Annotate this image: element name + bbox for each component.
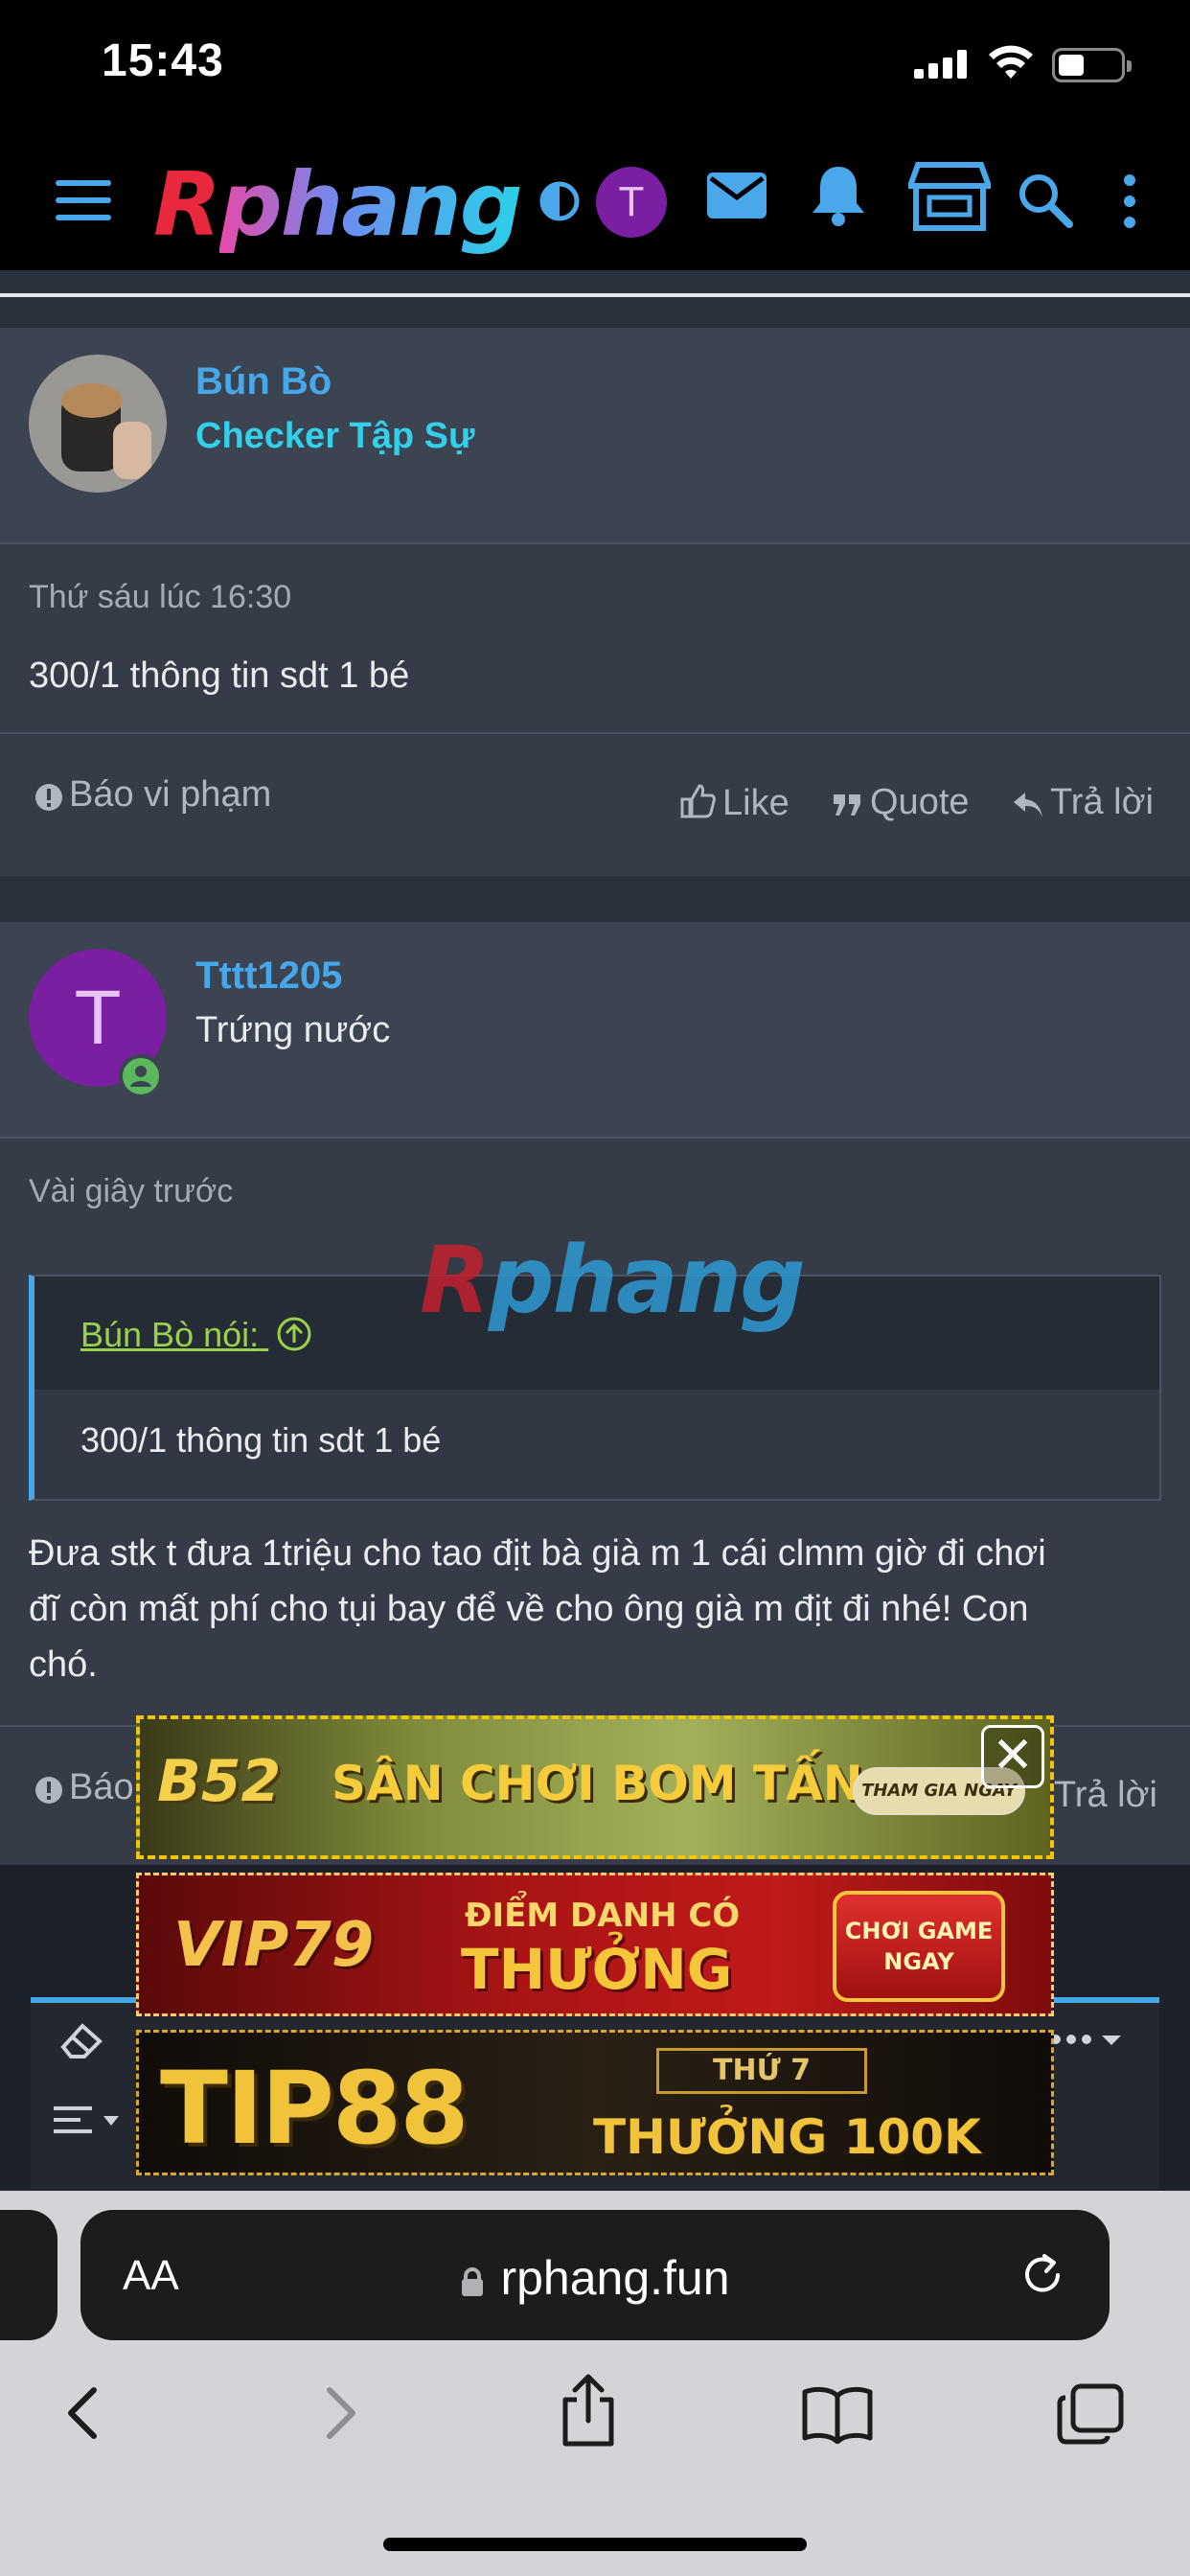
quote-label: Quote xyxy=(870,782,970,822)
ad-headline-line2: THƯỞNG xyxy=(461,1937,733,2002)
user-avatar[interactable]: T xyxy=(596,167,667,238)
battery-icon xyxy=(1052,48,1132,82)
ad-brand: VIP79 xyxy=(173,1910,375,1981)
forward-icon[interactable] xyxy=(322,2382,360,2444)
like-label: Like xyxy=(722,783,790,823)
mail-icon[interactable] xyxy=(707,171,767,220)
post-body: Đưa stk t đưa 1triệu cho tao địt bà già … xyxy=(29,1526,1046,1692)
reply-label: Trả lời xyxy=(1054,1775,1157,1815)
eraser-icon[interactable] xyxy=(59,2022,103,2060)
like-button[interactable]: Like xyxy=(678,782,790,824)
avatar[interactable] xyxy=(29,355,167,493)
user-title: Checker Tập Sự xyxy=(195,416,475,456)
post-bun-bo: Bún Bò Checker Tập Sự Thứ sáu lúc 16:30 … xyxy=(0,328,1190,876)
notification-bell-icon[interactable] xyxy=(809,163,868,226)
share-icon[interactable] xyxy=(558,2373,619,2448)
ad-headline: SÂN CHƠI BOM TẤN xyxy=(332,1756,863,1811)
store-icon[interactable] xyxy=(908,161,991,232)
report-button[interactable]: Báo xyxy=(34,1767,134,1808)
post-body-line: chó. xyxy=(29,1644,98,1685)
browser-bottom-bar: AA rphang.fun xyxy=(0,2191,1190,2576)
logo-letter: R xyxy=(153,153,221,256)
avatar-letter: T xyxy=(74,975,122,1060)
align-dropdown-icon[interactable] xyxy=(54,2103,126,2141)
post-body: 300/1 thông tin sdt 1 bé xyxy=(29,656,410,696)
site-header: Rphang T xyxy=(0,134,1190,270)
bookmarks-icon[interactable] xyxy=(801,2382,874,2444)
watermark-letter: R xyxy=(420,1227,491,1334)
quote-text: 300/1 thông tin sdt 1 bé xyxy=(80,1420,442,1460)
status-bar: 15:43 xyxy=(0,0,1190,134)
ad-cta-line2: NGAY xyxy=(883,1948,954,1975)
ad-headline: THƯỞNG 100K xyxy=(593,2109,981,2165)
ad-brand: TIP88 xyxy=(160,2050,469,2167)
reply-button[interactable]: Trả lời xyxy=(1012,782,1154,823)
more-options-icon[interactable] xyxy=(1119,172,1140,230)
watermark-logo: Rphang xyxy=(420,1227,806,1334)
url-text: rphang.fun xyxy=(500,2251,730,2305)
more-toolbar-icon[interactable] xyxy=(1048,2030,1129,2049)
ad-cta-button[interactable]: CHƠI GAME NGAY xyxy=(833,1891,1005,2002)
site-logo[interactable]: Rphang xyxy=(153,153,523,256)
post-time[interactable]: Thứ sáu lúc 16:30 xyxy=(29,579,291,616)
reply-button[interactable]: Trả lời xyxy=(1054,1775,1157,1816)
divider xyxy=(0,293,1190,297)
address-bar[interactable]: AA rphang.fun xyxy=(80,2210,1110,2340)
arrow-up-circle-icon xyxy=(277,1317,311,1351)
tabs-icon[interactable] xyxy=(1056,2382,1125,2446)
post-body-line: đĩ còn mất phí cho tụi bay để về cho ông… xyxy=(29,1589,1029,1629)
username[interactable]: Bún Bò xyxy=(195,360,332,403)
quote-button[interactable]: Quote xyxy=(832,782,970,823)
quote-author-label: Bún Bò nói: xyxy=(80,1315,260,1354)
ad-banner-b52[interactable]: B52 SÂN CHƠI BOM TẤN THAM GIA NGAY ✕ xyxy=(136,1715,1054,1859)
lock-icon xyxy=(462,2267,484,2296)
menu-icon[interactable] xyxy=(56,180,113,222)
report-button[interactable]: Báo vi phạm xyxy=(34,774,271,816)
url-display[interactable]: rphang.fun xyxy=(80,2250,1110,2306)
report-label: Báo xyxy=(69,1767,134,1807)
post-author-block: Bún Bò Checker Tập Sự xyxy=(0,328,1190,544)
wifi-icon xyxy=(989,45,1033,79)
post-body-line: Đưa stk t đưa 1triệu cho tao địt bà già … xyxy=(29,1533,1046,1574)
reply-label: Trả lời xyxy=(1050,782,1154,822)
screen: 15:43 Rphang T Bún Bò Checker Tập Sự Thứ… xyxy=(0,0,1190,2576)
home-indicator xyxy=(383,2538,807,2551)
post-time[interactable]: Vài giây trước xyxy=(29,1173,233,1210)
quote-icon xyxy=(834,794,860,816)
cellular-signal-icon xyxy=(914,50,968,79)
alert-icon xyxy=(35,784,62,811)
reload-icon[interactable] xyxy=(1016,2248,1069,2302)
close-icon[interactable]: ✕ xyxy=(981,1725,1044,1788)
ad-banner-tip88[interactable]: TIP88 THỨ 7 THƯỞNG 100K xyxy=(136,2030,1054,2175)
ad-banner-vip79[interactable]: VIP79 ĐIỂM DANH CÓ THƯỞNG CHƠI GAME NGAY xyxy=(136,1873,1054,2016)
post-author-block: T Tttt1205 Trứng nước xyxy=(0,922,1190,1138)
ad-brand: B52 xyxy=(157,1748,282,1815)
back-icon[interactable] xyxy=(63,2382,102,2444)
status-time: 15:43 xyxy=(102,35,224,86)
report-label: Báo vi phạm xyxy=(69,774,272,815)
quote-author-link[interactable]: Bún Bò nói: xyxy=(80,1315,312,1355)
thumbs-up-icon xyxy=(680,784,716,818)
previous-tab-peek[interactable] xyxy=(0,2210,57,2340)
ad-day-badge: THỨ 7 xyxy=(656,2048,867,2094)
user-title: Trứng nước xyxy=(195,1010,391,1050)
post-actions: Báo vi phạm Like Quote Trả lời xyxy=(0,732,1190,876)
online-status-icon xyxy=(119,1054,163,1098)
reply-icon xyxy=(1014,793,1042,817)
ad-cta-line1: CHƠI GAME xyxy=(844,1918,994,1944)
alert-icon xyxy=(35,1777,62,1804)
ad-headline-line1: ĐIỂM DANH CÓ xyxy=(465,1897,741,1935)
watermark-text: phang xyxy=(488,1227,806,1334)
theme-toggle-icon[interactable] xyxy=(538,180,581,222)
username[interactable]: Tttt1205 xyxy=(195,954,342,998)
search-icon[interactable] xyxy=(1018,172,1073,228)
logo-text: phang xyxy=(218,153,523,256)
